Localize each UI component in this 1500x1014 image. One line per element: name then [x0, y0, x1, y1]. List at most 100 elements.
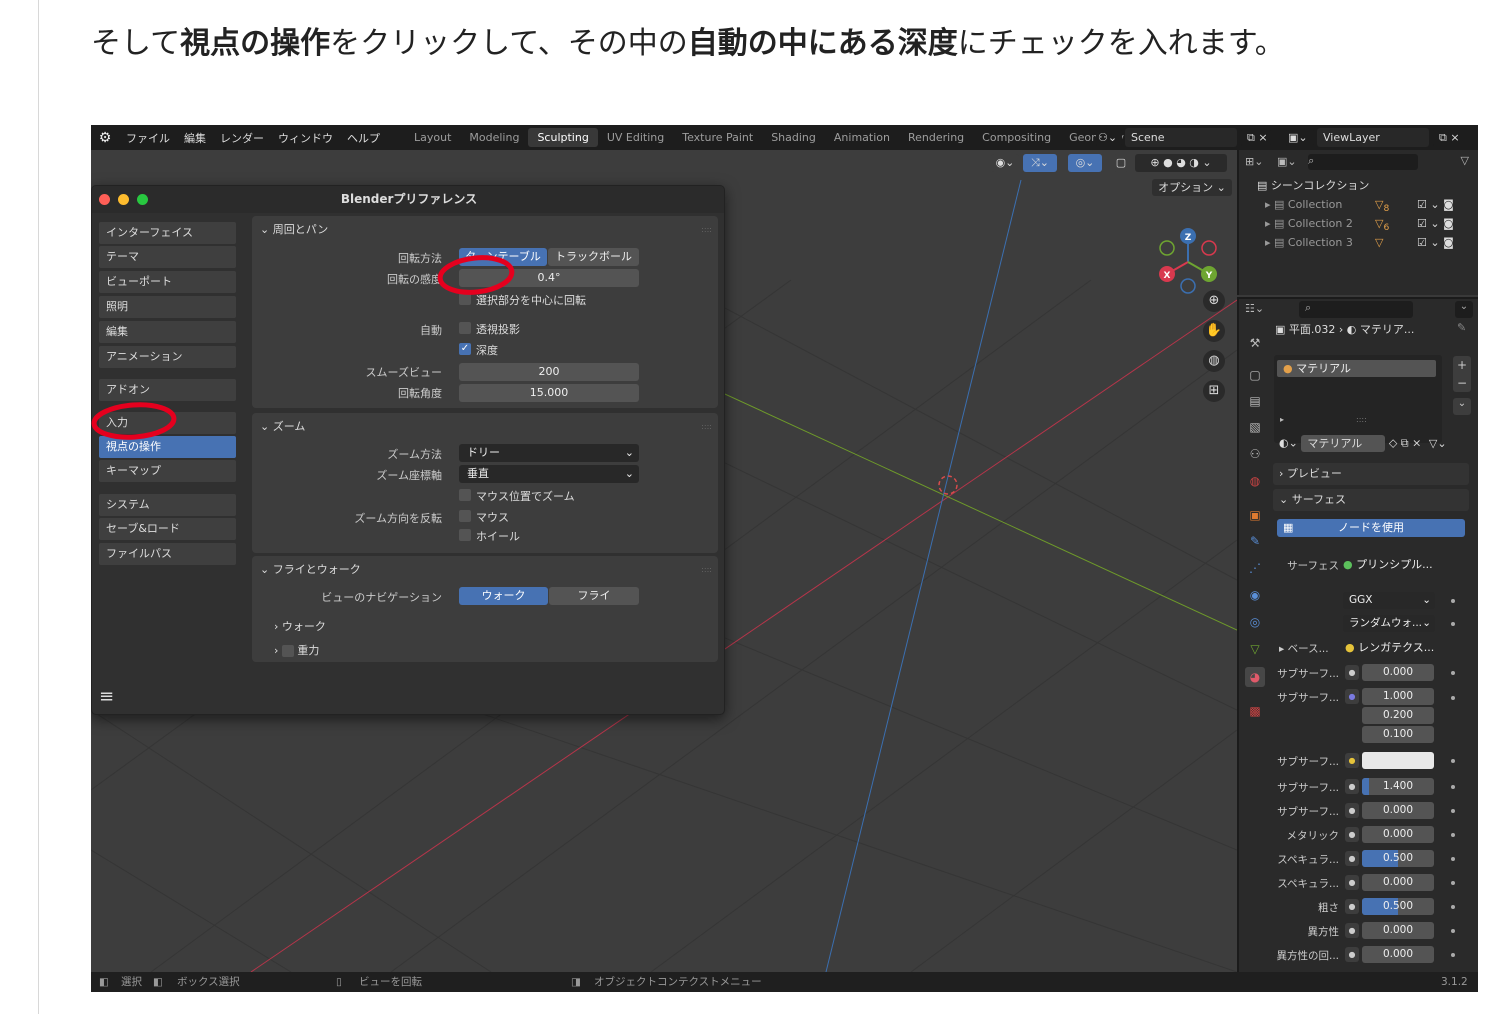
new-view-layer-icon[interactable]: ⧉ × [1433, 128, 1473, 147]
scene-field[interactable]: Scene [1125, 128, 1237, 147]
surface-shader-field[interactable]: ● プリンシプル... [1343, 556, 1437, 573]
display-mode-icon[interactable]: ⊞⌄ [1245, 155, 1263, 168]
scene-tab-icon[interactable]: ⚇ [1245, 444, 1265, 464]
socket-link-icon[interactable]: ● [1345, 665, 1359, 680]
render-tab-icon[interactable]: ▢ [1245, 365, 1265, 385]
perspective-grid-icon[interactable]: ⊞ [1203, 380, 1225, 402]
blender-logo-icon[interactable]: ⚙ [91, 130, 119, 146]
socket-link-icon[interactable]: ● [1345, 923, 1359, 938]
distribution-dropdown[interactable]: GGX ⌄ [1343, 592, 1435, 609]
panel-grip-icon[interactable]: :::: [701, 565, 712, 574]
shading-mode-icons[interactable]: ⊕ ● ◕ ◑ ⌄ [1135, 154, 1227, 172]
workspace-tab-modeling[interactable]: Modeling [460, 128, 528, 147]
invert-mouse-checkbox[interactable] [459, 510, 471, 522]
workspace-tab-shading[interactable]: Shading [762, 128, 825, 147]
fake-user-icon[interactable]: ◇ [1389, 437, 1397, 450]
view-layer-tab-icon[interactable]: ▧ [1245, 417, 1265, 437]
material-slot-item[interactable]: ● マテリアル [1277, 360, 1436, 377]
surface-panel-header[interactable]: ⌄ サーフェス [1273, 489, 1469, 511]
fly-option[interactable]: フライ [549, 587, 639, 605]
menu-edit[interactable]: 編集 [177, 130, 213, 146]
output-tab-icon[interactable]: ▤ [1245, 391, 1265, 411]
view-layer-field[interactable]: ViewLayer [1317, 128, 1429, 147]
subsurface-method-dropdown[interactable]: ランダムウォ... ⌄ [1343, 615, 1435, 632]
menu-window[interactable]: ウィンドウ [271, 130, 340, 146]
use-nodes-button[interactable]: ▦ ノードを使用 [1277, 519, 1465, 537]
gravity-checkbox[interactable] [281, 645, 294, 657]
invert-wheel-checkbox[interactable] [459, 529, 471, 541]
subsurface-radius-z-field[interactable]: 0.100 [1362, 726, 1434, 743]
category-save-load[interactable]: セーブ&ロード [99, 518, 236, 540]
preview-panel-header[interactable]: › プレビュー [1273, 463, 1469, 485]
data-tab-icon[interactable]: ▽ [1245, 639, 1265, 659]
tool-tab-icon[interactable]: ⚒ [1245, 333, 1265, 353]
gizmo-toggle-icon[interactable]: ⤨⌄ [1023, 154, 1057, 172]
hamburger-menu-icon[interactable]: ≡ [99, 686, 114, 707]
material-name-field[interactable]: マテリアル [1301, 435, 1386, 452]
filter-view-icon[interactable]: ▣⌄ [1277, 155, 1297, 168]
new-scene-icon[interactable]: ⧉ × [1241, 128, 1271, 147]
list-resize-grip-icon[interactable]: :::: [1356, 415, 1367, 424]
subsurface-field[interactable]: 0.000 [1362, 664, 1434, 681]
gizmo-neg-x-icon[interactable] [1201, 240, 1217, 256]
gravity-subpanel[interactable]: › 重力 [274, 642, 319, 658]
unlink-material-icon[interactable]: × [1412, 437, 1421, 450]
socket-link-icon[interactable]: ● [1345, 753, 1359, 768]
add-remove-slot-buttons[interactable]: + − [1453, 356, 1471, 392]
visibility-icon[interactable]: ◉⌄ [991, 154, 1019, 172]
collection-visibility-icons[interactable]: ☑ ⌄ ◙ [1417, 195, 1454, 214]
socket-link-icon[interactable]: ● [1345, 875, 1359, 890]
material-browse-icon[interactable]: ◐⌄ [1279, 437, 1298, 450]
world-tab-icon[interactable]: ◍ [1245, 471, 1265, 491]
socket-link-icon[interactable]: ● [1345, 689, 1359, 704]
menu-help[interactable]: ヘルプ [340, 130, 387, 146]
properties-search-input[interactable]: ⌕ [1299, 301, 1413, 318]
base-color-field[interactable]: ● レンガテクス... [1345, 639, 1441, 655]
category-file-paths[interactable]: ファイルパス [99, 543, 236, 565]
gizmo-neg-y-icon[interactable] [1159, 240, 1175, 256]
shader-input-field[interactable]: 0.000 [1362, 874, 1434, 891]
collection-row-3[interactable]: ▸ ▤ Collection 3 ▽ ☑ ⌄ ◙ [1239, 233, 1478, 252]
shader-input-field[interactable]: 0.000 [1362, 802, 1434, 819]
zoom-icon[interactable]: ⊕ [1203, 290, 1225, 312]
camera-view-icon[interactable]: ◍ [1203, 350, 1225, 372]
shader-input-field[interactable]: 0.000 [1362, 826, 1434, 843]
slot-expand-icon[interactable]: ▸ [1280, 415, 1284, 424]
workspace-tab-uv-editing[interactable]: UV Editing [598, 128, 673, 147]
shader-input-field[interactable]: 0.000 [1362, 922, 1434, 939]
workspace-tab-compositing[interactable]: Compositing [973, 128, 1060, 147]
socket-link-icon[interactable]: ● [1345, 947, 1359, 962]
workspace-tab-sculpting[interactable]: Sculpting [528, 128, 598, 147]
socket-link-icon[interactable]: ● [1345, 899, 1359, 914]
walk-subpanel[interactable]: › ウォーク [274, 618, 326, 634]
slot-specials-icon[interactable]: ⌄ [1453, 398, 1471, 415]
collection-visibility-icons[interactable]: ☑ ⌄ ◙ [1417, 214, 1454, 233]
collection-row-2[interactable]: ▸ ▤ Collection 2 ▽6 ☑ ⌄ ◙ [1239, 214, 1478, 233]
shader-input-field[interactable]: 0.500 [1362, 850, 1434, 867]
filter-funnel-icon[interactable]: ▽ [1461, 154, 1469, 167]
workspace-tab-layout[interactable]: Layout [405, 128, 460, 147]
category-system[interactable]: システム [99, 494, 236, 516]
physics-tab-icon[interactable]: ◉ [1245, 585, 1265, 605]
object-tab-icon[interactable]: ▣ [1245, 505, 1265, 525]
shader-input-field[interactable]: 0.000 [1362, 946, 1434, 963]
menu-render[interactable]: レンダー [213, 130, 271, 146]
shader-input-field[interactable]: 1.400 [1362, 778, 1434, 795]
socket-link-icon[interactable]: ● [1345, 803, 1359, 818]
menu-file[interactable]: ファイル [119, 130, 177, 146]
fly-walk-header[interactable]: ⌄ フライとウォーク [260, 561, 361, 577]
xray-icon[interactable]: ▢ [1113, 154, 1129, 172]
pin-icon[interactable]: ✎ [1457, 321, 1466, 334]
material-tab-icon[interactable]: ◕ [1245, 667, 1265, 687]
workspace-tab-texture-paint[interactable]: Texture Paint [673, 128, 762, 147]
workspace-tab-rendering[interactable]: Rendering [899, 128, 973, 147]
chevron-down-icon[interactable]: ⌄ [1455, 301, 1473, 318]
socket-link-icon[interactable]: ● [1345, 827, 1359, 842]
texture-tab-icon[interactable]: ▩ [1245, 701, 1265, 721]
duplicate-material-icon[interactable]: ⧉ [1401, 437, 1409, 450]
material-slot-list[interactable]: ● マテリアル ▸ :::: [1274, 355, 1442, 443]
scene-collection-row[interactable]: ▤ シーンコレクション [1239, 176, 1478, 195]
material-link-icon[interactable]: ▽⌄ [1429, 437, 1447, 450]
overlay-toggle-icon[interactable]: ◎⌄ [1068, 154, 1102, 172]
constraints-tab-icon[interactable]: ◎ [1245, 612, 1265, 632]
